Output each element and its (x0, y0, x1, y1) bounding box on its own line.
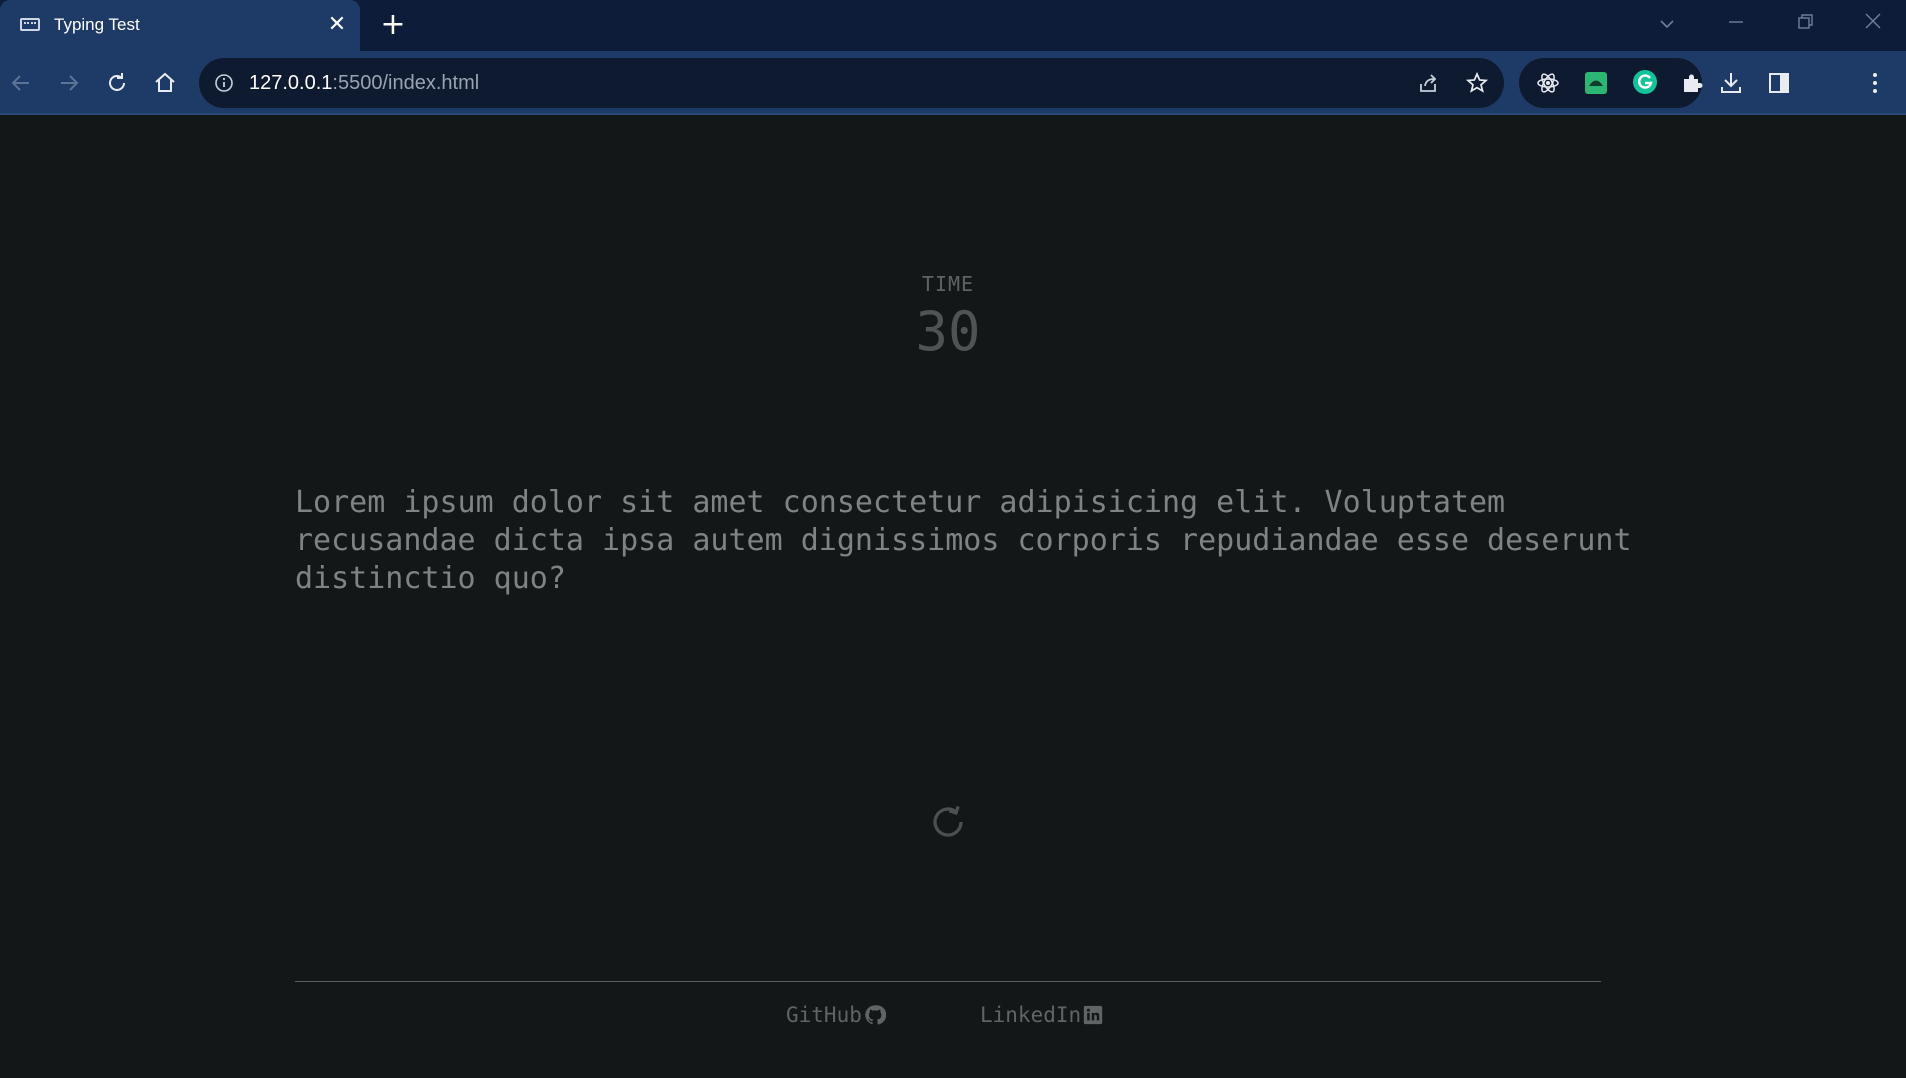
keyboard-icon (20, 18, 40, 31)
side-panel-icon[interactable] (1761, 65, 1797, 101)
browser-tab-strip: Typing Test ✕ + (0, 0, 1906, 51)
github-link[interactable]: GitHub (786, 1003, 886, 1027)
more-menu-icon[interactable] (1857, 65, 1893, 101)
tab-close-button[interactable]: ✕ (323, 11, 351, 39)
footer-divider (295, 981, 1601, 982)
typing-test-page: TIME 30 Lorem ipsum dolor sit amet conse… (0, 117, 1906, 1078)
green-extension-icon[interactable] (1584, 71, 1608, 95)
bookmark-star-icon[interactable] (1465, 71, 1489, 95)
browser-toolbar: 127.0.0.1:5500/index.html off (0, 51, 1906, 154)
grammarly-icon[interactable] (1632, 69, 1658, 95)
minimize-icon[interactable] (1716, 10, 1756, 40)
share-icon[interactable] (1417, 71, 1441, 95)
react-devtools-icon[interactable] (1536, 71, 1560, 95)
linkedin-icon (1083, 1005, 1103, 1025)
extensions-puzzle-icon[interactable] (1680, 71, 1704, 95)
browser-tab[interactable]: Typing Test ✕ (0, 0, 360, 51)
restore-window-icon[interactable] (1785, 10, 1825, 40)
reload-icon[interactable] (99, 65, 135, 101)
linkedin-link[interactable]: LinkedIn (980, 1003, 1103, 1027)
site-info-icon[interactable] (214, 73, 234, 93)
download-icon[interactable] (1713, 65, 1749, 101)
tab-title: Typing Test (54, 15, 140, 34)
linkedin-label: LinkedIn (980, 1003, 1082, 1027)
home-icon[interactable] (147, 65, 183, 101)
back-icon[interactable] (3, 65, 39, 101)
tab-search-icon[interactable] (1647, 10, 1687, 40)
address-bar[interactable]: 127.0.0.1:5500/index.html (199, 58, 1504, 108)
close-window-icon[interactable] (1853, 10, 1893, 40)
forward-icon[interactable] (51, 65, 87, 101)
restart-icon[interactable] (928, 802, 968, 842)
typing-text[interactable]: Lorem ipsum dolor sit amet consectetur a… (295, 484, 1655, 598)
github-icon (865, 1005, 886, 1025)
url-text[interactable]: 127.0.0.1:5500/index.html (249, 72, 479, 95)
github-label: GitHub (786, 1003, 862, 1027)
timer-label: TIME (921, 272, 975, 296)
timer-value: 30 (915, 300, 981, 363)
new-tab-button[interactable]: + (378, 9, 408, 41)
extensions-area (1519, 58, 1704, 108)
